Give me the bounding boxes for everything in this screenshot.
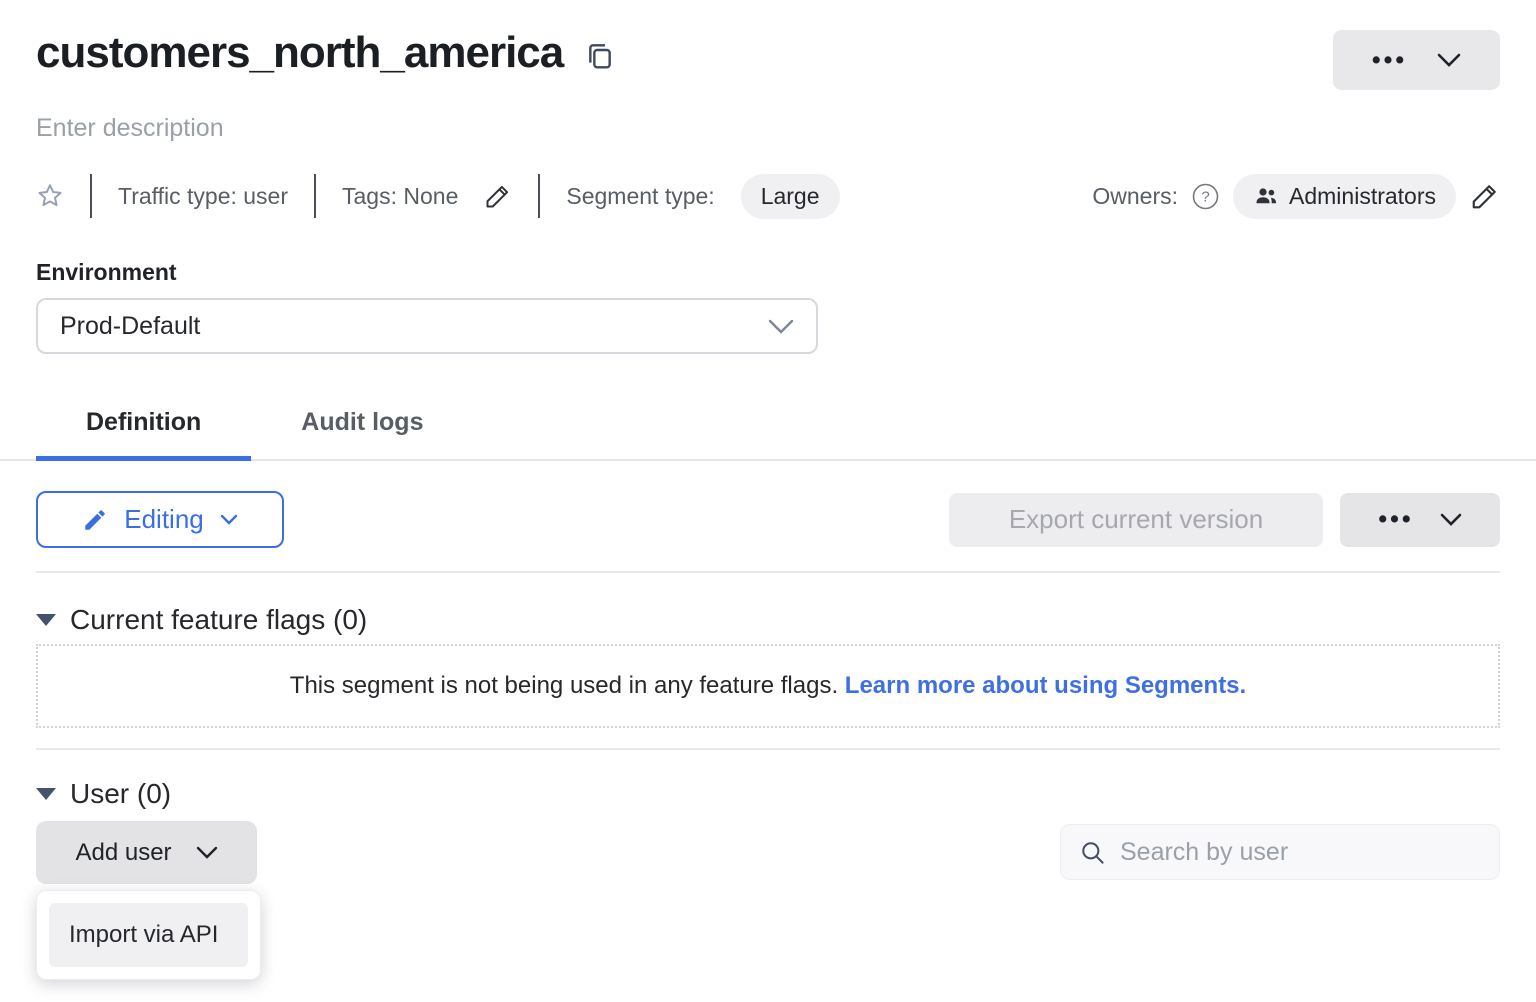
- edit-owners-pencil-icon[interactable]: [1470, 181, 1500, 211]
- menu-item-import-via-api[interactable]: Import via API: [49, 903, 248, 967]
- environment-selected-value: Prod-Default: [60, 312, 200, 341]
- chevron-down-icon: [196, 846, 218, 859]
- page-title: customers_north_america: [36, 26, 563, 80]
- add-user-label: Add user: [75, 839, 171, 867]
- copy-icon[interactable]: [583, 39, 615, 73]
- edit-tags-pencil-icon[interactable]: [484, 182, 512, 210]
- chevron-down-icon: [1437, 53, 1461, 67]
- owners-label: Owners:: [1092, 183, 1178, 210]
- ellipsis-icon: •••: [1378, 507, 1413, 532]
- header: customers_north_america •••: [36, 26, 1500, 90]
- owners-badge[interactable]: Administrators: [1233, 174, 1456, 219]
- separator: [538, 174, 540, 218]
- user-search-field[interactable]: [1060, 824, 1500, 880]
- feature-flags-heading: Current feature flags (0): [70, 604, 367, 636]
- tab-definition[interactable]: Definition: [36, 396, 251, 459]
- separator: [90, 174, 92, 218]
- feature-flags-empty-state: This segment is not being used in any fe…: [36, 644, 1500, 728]
- learn-more-link[interactable]: Learn more about using Segments.: [845, 672, 1246, 699]
- search-input[interactable]: [1120, 838, 1481, 867]
- divider: [36, 748, 1500, 750]
- empty-state-message: This segment is not being used in any fe…: [290, 672, 1246, 700]
- svg-text:?: ?: [1201, 188, 1209, 205]
- owners-value: Administrators: [1289, 183, 1436, 210]
- user-toolbar: Add user Import via API: [36, 821, 1500, 884]
- meta-row: Traffic type: user Tags: None Segment ty…: [36, 173, 1500, 219]
- user-section-header[interactable]: User (0): [36, 778, 1500, 810]
- description-placeholder[interactable]: Enter description: [36, 114, 1500, 143]
- segment-type-badge: Large: [741, 174, 840, 219]
- divider: [36, 571, 1500, 573]
- traffic-type-label: Traffic type: user: [118, 183, 288, 210]
- chevron-down-icon: [768, 319, 794, 334]
- segment-detail-page: customers_north_america ••• Enter descri…: [0, 0, 1536, 884]
- collapse-triangle-icon: [36, 614, 56, 626]
- editing-label: Editing: [124, 504, 204, 535]
- tab-bar: Definition Audit logs: [0, 396, 1536, 461]
- tags-label: Tags: None: [342, 183, 458, 210]
- ellipsis-icon: •••: [1372, 48, 1407, 73]
- segment-type-label: Segment type:: [566, 183, 714, 210]
- definition-toolbar: Editing Export current version •••: [36, 491, 1500, 548]
- user-heading: User (0): [70, 778, 171, 810]
- feature-flags-section-header[interactable]: Current feature flags (0): [36, 604, 1500, 636]
- environment-label: Environment: [36, 259, 1500, 286]
- collapse-triangle-icon: [36, 788, 56, 800]
- pencil-icon: [82, 507, 108, 533]
- help-icon[interactable]: ?: [1192, 183, 1219, 210]
- separator: [314, 174, 316, 218]
- search-icon: [1079, 839, 1106, 866]
- export-current-version-button[interactable]: Export current version: [949, 493, 1323, 547]
- add-user-dropdown-menu: Import via API: [36, 890, 261, 980]
- star-icon[interactable]: [36, 182, 64, 210]
- tab-audit-logs[interactable]: Audit logs: [251, 396, 473, 459]
- environment-select[interactable]: Prod-Default: [36, 298, 818, 354]
- toolbar-more-button[interactable]: •••: [1340, 493, 1500, 547]
- chevron-down-icon: [220, 514, 238, 525]
- editing-status-button[interactable]: Editing: [36, 491, 284, 548]
- header-more-button[interactable]: •••: [1333, 30, 1500, 90]
- people-icon: [1253, 184, 1279, 208]
- chevron-down-icon: [1440, 513, 1462, 526]
- add-user-button[interactable]: Add user: [36, 821, 257, 884]
